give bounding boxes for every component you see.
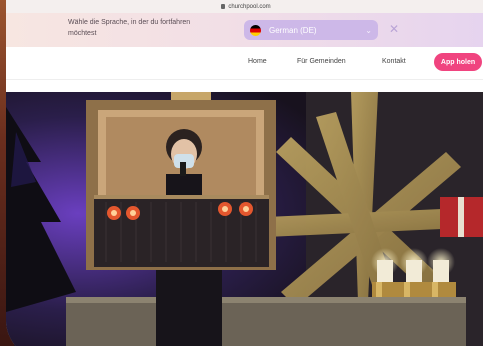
close-icon[interactable]: ✕ <box>389 22 399 36</box>
browser-url-bar[interactable]: churchpool.com <box>6 0 483 13</box>
nav-link-kontakt[interactable]: Kontakt <box>382 58 406 65</box>
nav-link-fuer-gemeinden[interactable]: Für Gemeinden <box>297 58 346 65</box>
url-text: churchpool.com <box>228 3 271 10</box>
nav-link-home[interactable]: Home <box>248 58 267 65</box>
tablet-screen: churchpool.com Wähle die Sprache, in der… <box>6 0 483 346</box>
language-banner: Wähle die Sprache, in der du fortfahren … <box>6 13 483 47</box>
site-nav: Home Für Gemeinden Kontakt App holen <box>6 47 483 80</box>
hero-photo <box>6 92 483 346</box>
chevron-down-icon: ⌄ <box>365 25 372 35</box>
lock-icon <box>221 4 226 9</box>
language-select[interactable]: German (DE) ⌄ <box>244 20 378 40</box>
german-flag-icon <box>250 24 261 36</box>
screenshot-frame: churchpool.com Wähle die Sprache, in der… <box>0 0 483 346</box>
hero-photo-illustration <box>6 92 483 346</box>
app-holen-button[interactable]: App holen <box>434 53 482 71</box>
language-prompt: Wähle die Sprache, in der du fortfahren … <box>68 19 191 37</box>
selected-language: German (DE) <box>269 25 317 35</box>
